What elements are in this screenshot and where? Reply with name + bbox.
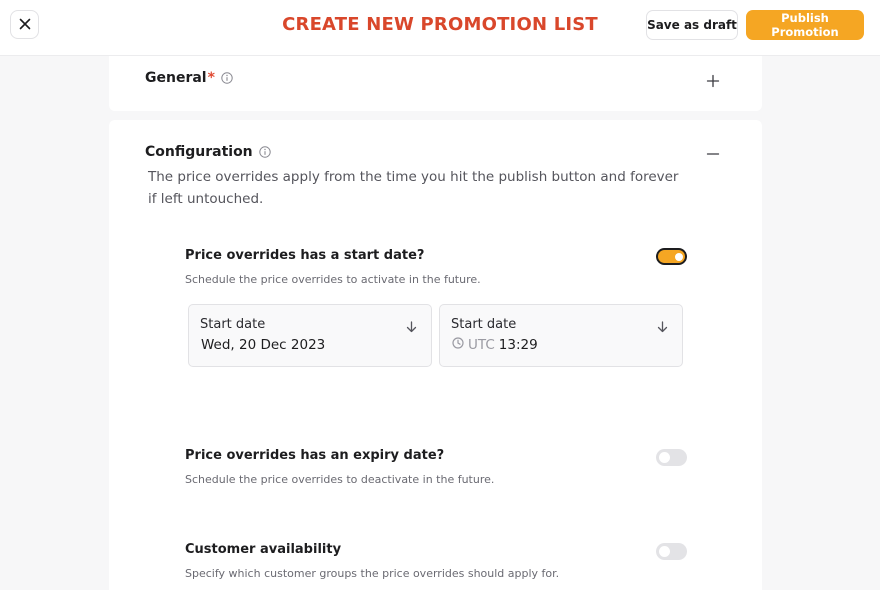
toggle-knob: [659, 546, 670, 557]
general-section-header[interactable]: General *: [145, 70, 233, 86]
start-time-field-label: Start date: [451, 317, 517, 332]
timezone-label: UTC: [468, 337, 495, 353]
publish-promotion-button[interactable]: Publish Promotion: [746, 10, 864, 40]
expiry-date-option-title: Price overrides has an expiry date?: [185, 448, 445, 463]
expiry-date-toggle[interactable]: [656, 449, 687, 466]
start-time-value: 13:29: [498, 337, 538, 353]
toggle-knob: [659, 452, 670, 463]
top-bar: CREATE NEW PROMOTION LIST Save as draft …: [0, 0, 880, 56]
expand-plus-icon[interactable]: [706, 73, 720, 88]
customer-availability-subtitle: Specify which customer groups the price …: [185, 567, 560, 580]
customer-availability-toggle[interactable]: [656, 543, 687, 560]
customer-availability-title: Customer availability: [185, 542, 342, 557]
info-icon[interactable]: [221, 72, 233, 84]
start-time-value-row: UTC 13:29: [452, 337, 538, 353]
clock-icon: [452, 337, 464, 353]
start-date-toggle[interactable]: [656, 248, 687, 265]
save-draft-button[interactable]: Save as draft: [646, 10, 738, 40]
expiry-date-option-subtitle: Schedule the price overrides to deactiva…: [185, 473, 495, 486]
start-date-option-subtitle: Schedule the price overrides to activate…: [185, 273, 481, 286]
toggle-knob: [675, 252, 683, 261]
configuration-section-header[interactable]: Configuration: [145, 144, 271, 160]
required-mark: *: [207, 70, 215, 86]
start-time-field[interactable]: Start date UTC 13:29: [439, 304, 683, 367]
arrow-down-icon: [657, 318, 668, 337]
start-date-field[interactable]: Start date Wed, 20 Dec 2023: [188, 304, 432, 367]
general-section: General *: [109, 56, 762, 111]
general-title: General: [145, 70, 207, 86]
arrow-down-icon: [406, 318, 417, 337]
start-date-field-label: Start date: [200, 317, 266, 332]
start-date-value: Wed, 20 Dec 2023: [201, 337, 326, 353]
configuration-title: Configuration: [145, 144, 253, 160]
info-icon[interactable]: [258, 146, 271, 158]
configuration-section: Configuration The price overrides apply …: [109, 120, 762, 590]
start-date-option-title: Price overrides has a start date?: [185, 248, 425, 263]
collapse-minus-icon[interactable]: [706, 146, 720, 160]
configuration-description: The price overrides apply from the time …: [148, 169, 679, 207]
